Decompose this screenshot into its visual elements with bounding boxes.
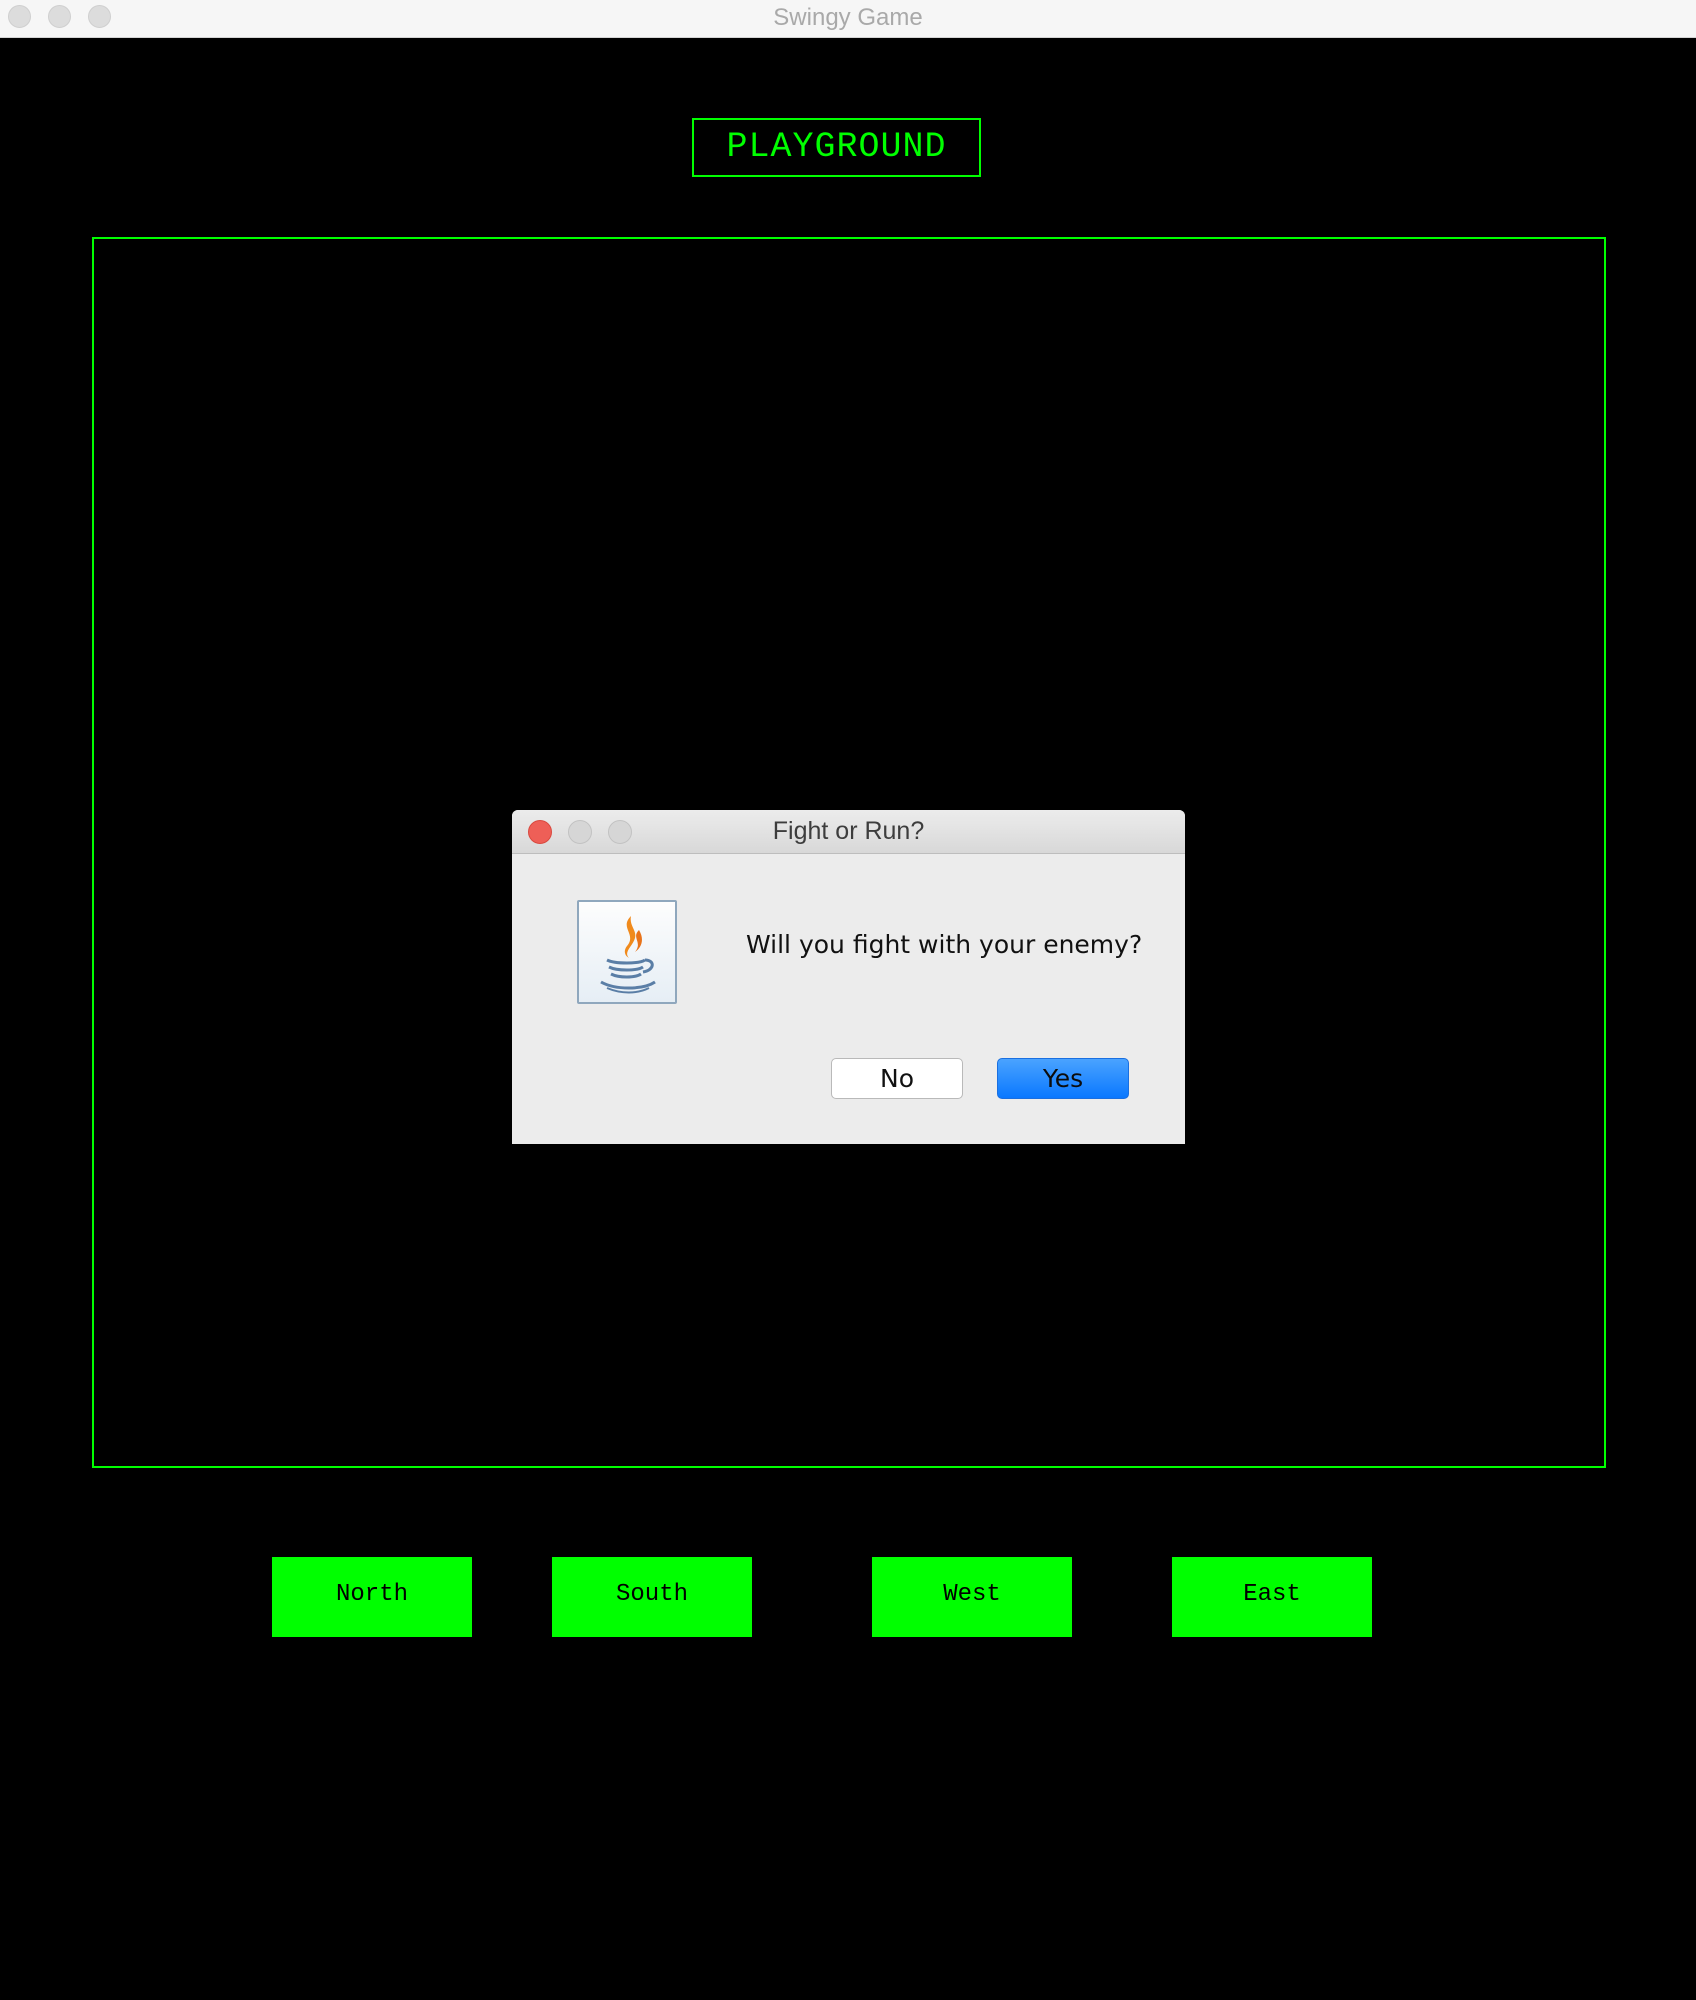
dialog-message: Will you fight with your enemy? (746, 930, 1143, 959)
playground-title: PLAYGROUND (692, 118, 981, 177)
east-button[interactable]: East (1172, 1557, 1372, 1637)
south-button[interactable]: South (552, 1557, 752, 1637)
yes-button[interactable]: Yes (997, 1058, 1129, 1099)
dialog-title: Fight or Run? (772, 817, 925, 845)
west-button[interactable]: West (872, 1557, 1072, 1637)
game-window: Swingy Game PLAYGROUND North South West … (0, 0, 1696, 2000)
dialog-titlebar: Fight or Run? (512, 810, 1185, 854)
window-title: Swingy Game (773, 4, 923, 31)
north-button[interactable]: North (272, 1557, 472, 1637)
no-button[interactable]: No (831, 1058, 963, 1099)
fight-or-run-dialog: Fight or Run? Will you fight with your e… (512, 810, 1185, 1144)
java-icon (577, 900, 677, 1004)
window-titlebar: Swingy Game (0, 0, 1696, 38)
